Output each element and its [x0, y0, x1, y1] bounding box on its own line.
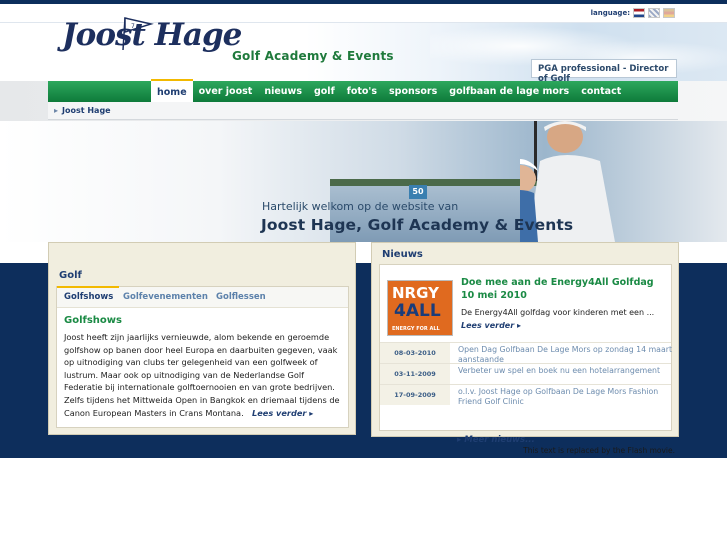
flash-placeholder-text: This text is replaced by the Flash movie…: [523, 446, 675, 455]
nav-item-nieuws[interactable]: nieuws: [258, 81, 308, 102]
golf-heading: Golfshows: [64, 315, 122, 326]
energy4all-logo-line1: NRGY: [392, 284, 439, 302]
news-date: 08-03-2010: [380, 343, 450, 363]
news-panel-title: Nieuws: [382, 249, 423, 260]
news-row[interactable]: 03-11-2009 Verbeter uw spel en boek nu e…: [380, 363, 671, 384]
news-row[interactable]: 17-09-2009 o.l.v. Joost Hage op Golfbaan…: [380, 384, 673, 406]
golf-read-more-link[interactable]: Lees verder ▸: [246, 408, 313, 418]
energy4all-logo-line3: ENERGY FOR ALL: [392, 326, 440, 332]
arrow-right-icon: ▸: [309, 407, 314, 418]
more-news-link[interactable]: ▸ Meer nieuws...: [457, 435, 535, 445]
active-tab-indicator: [57, 286, 119, 288]
language-selector: language:: [591, 8, 675, 18]
nl-flag-icon[interactable]: [633, 8, 645, 18]
nav-item-contact[interactable]: contact: [575, 81, 627, 102]
tab-golflessen[interactable]: Golflessen: [216, 292, 266, 302]
news-item-text[interactable]: Open Dag Golfbaan De Lage Mors op zondag…: [458, 345, 673, 364]
logo-tagline: Golf Academy & Events: [232, 49, 394, 63]
breadcrumb-current[interactable]: Joost Hage: [62, 106, 111, 115]
nav-item-home[interactable]: home: [151, 79, 193, 104]
en-flag-icon[interactable]: [648, 8, 660, 18]
news-date: 03-11-2009: [380, 364, 450, 384]
main-nav: home over joost nieuws golf foto's spons…: [48, 79, 678, 104]
golf-tabs: Golfshows Golfevenementen Golflessen: [57, 286, 348, 308]
news-read-more-link[interactable]: Lees verder ▸: [461, 321, 521, 330]
arrow-right-icon: ▸: [457, 435, 462, 445]
welcome-text: Hartelijk welkom op de website van: [262, 200, 459, 213]
news-panel: Nieuws NRGY 4ALL ENERGY FOR ALL Doe mee …: [371, 242, 679, 445]
arrow-right-icon: ▸: [516, 321, 521, 330]
tab-golfevenementen[interactable]: Golfevenementen: [123, 292, 208, 302]
breadcrumb: ▸ Joost Hage: [48, 102, 678, 120]
golf-body-text: Joost heeft zijn jaarlijks vernieuwde, a…: [64, 332, 340, 418]
news-item-text[interactable]: Verbeter uw spel en boek nu een hotelarr…: [458, 366, 673, 376]
featured-news-text: De Energy4All golfdag voor kinderen met …: [461, 308, 655, 317]
nav-item-golfbaan[interactable]: golfbaan de lage mors: [443, 81, 575, 102]
news-row[interactable]: 08-03-2010 Open Dag Golfbaan De Lage Mor…: [380, 342, 673, 364]
news-item-text[interactable]: o.l.v. Joost Hage op Golfbaan De Lage Mo…: [458, 387, 673, 406]
news-panel-content: NRGY 4ALL ENERGY FOR ALL Doe mee aan de …: [379, 264, 673, 445]
breadcrumb-arrow-icon: ▸: [54, 106, 59, 115]
nav-item-golf[interactable]: golf: [308, 81, 341, 102]
golf-panel: Golf Golfshows Golfevenementen Golflesse…: [48, 242, 356, 435]
more-news-label: Meer nieuws...: [464, 435, 535, 445]
featured-news-title[interactable]: Doe mee aan de Energy4All Golfdag 10 mei…: [461, 276, 667, 302]
sign-number: 50: [409, 185, 427, 199]
site-logo[interactable]: Joost Hage: [62, 17, 242, 53]
golf-body: Joost heeft zijn jaarlijks vernieuwde, a…: [64, 331, 344, 419]
golf-read-more-label: Lees verder: [252, 407, 307, 418]
news-read-more-label: Lees verder: [461, 321, 515, 330]
tab-golfshows[interactable]: Golfshows: [64, 292, 113, 302]
nav-item-fotos[interactable]: foto's: [341, 81, 383, 102]
hero-banner: 50 Hartelijk welkom op de website van Jo…: [0, 121, 727, 242]
nav-item-over-joost[interactable]: over joost: [193, 81, 259, 102]
energy4all-logo[interactable]: NRGY 4ALL ENERGY FOR ALL: [387, 280, 453, 336]
golf-panel-title: Golf: [59, 270, 82, 281]
hero-title: Joost Hage, Golf Academy & Events: [261, 216, 574, 234]
energy4all-logo-line2: 4ALL: [394, 301, 441, 321]
nav-item-sponsors[interactable]: sponsors: [383, 81, 443, 102]
news-list: 08-03-2010 Open Dag Golfbaan De Lage Mor…: [380, 342, 673, 406]
featured-news-excerpt: De Energy4All golfdag voor kinderen met …: [461, 306, 667, 332]
language-label: language:: [590, 9, 630, 17]
news-date: 17-09-2009: [380, 385, 450, 405]
top-bar: [0, 0, 727, 4]
pga-badge: PGA professional - Director of Golf: [531, 59, 677, 84]
de-flag-icon[interactable]: [663, 8, 675, 18]
golf-panel-content: Golfshows Golfevenementen Golflessen Gol…: [56, 286, 349, 428]
